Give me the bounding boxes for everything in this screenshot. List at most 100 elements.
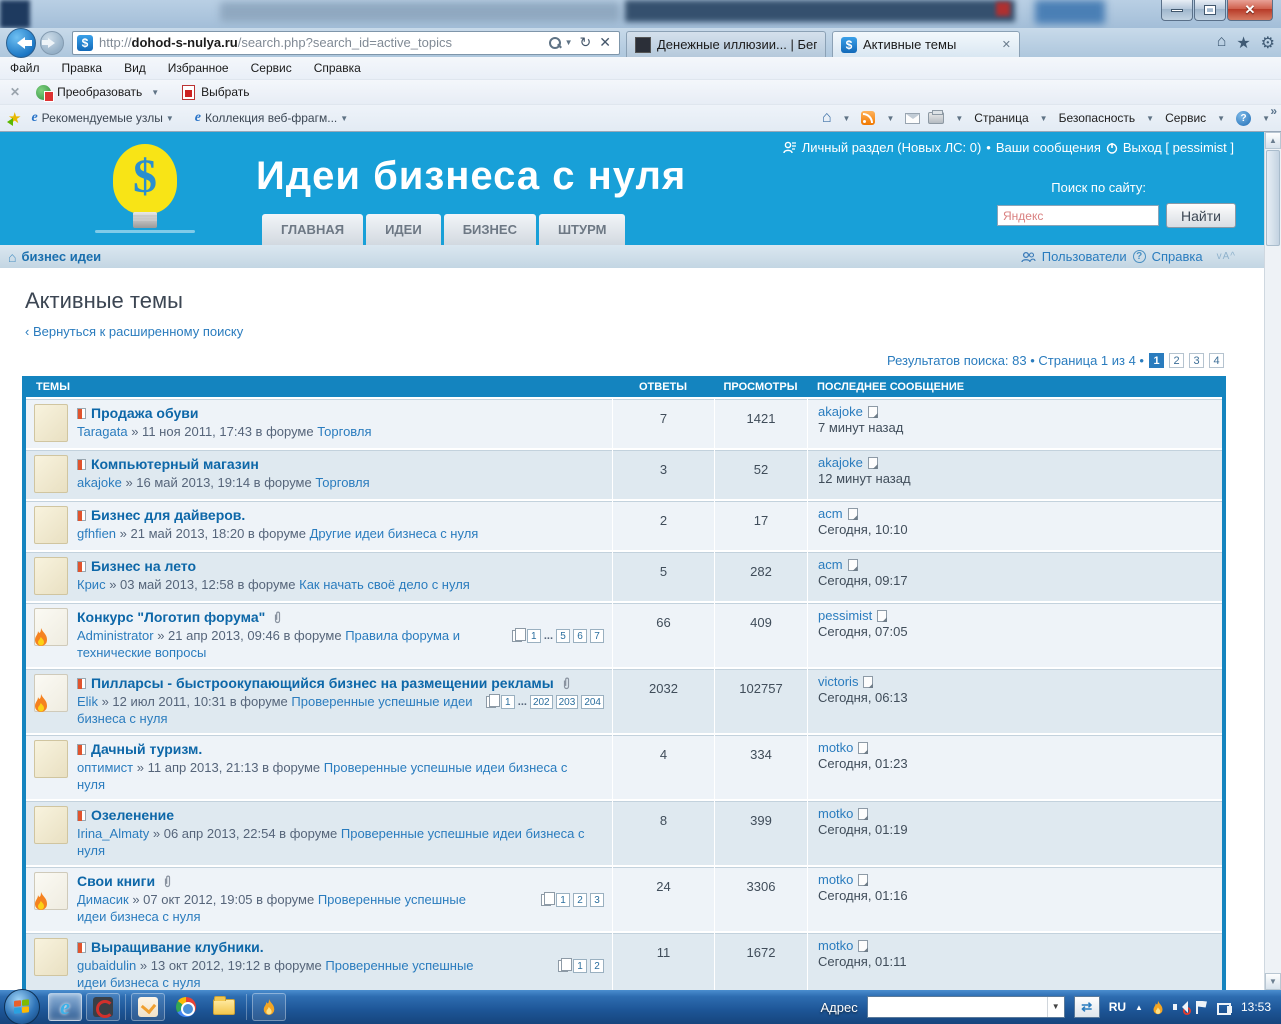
topic-page-link[interactable]: 7 bbox=[590, 629, 604, 643]
menu-file[interactable]: Файл bbox=[10, 61, 40, 75]
topic-page-link[interactable]: 2 bbox=[573, 893, 587, 907]
topic-author-link[interactable]: оптимист bbox=[77, 760, 133, 775]
goto-lastpost-icon[interactable] bbox=[858, 874, 868, 886]
font-size-widget[interactable]: vA^ bbox=[1217, 251, 1236, 262]
goto-lastpost-icon[interactable] bbox=[868, 457, 878, 469]
menu-favorites[interactable]: Избранное bbox=[168, 61, 229, 75]
lastpost-author-link[interactable]: acm bbox=[818, 557, 843, 572]
site-search-button[interactable]: Найти bbox=[1166, 203, 1236, 228]
scroll-down-button[interactable]: ▼ bbox=[1265, 973, 1281, 990]
stop-button[interactable]: ✕ bbox=[599, 34, 611, 51]
topic-page-link[interactable]: 2 bbox=[590, 959, 604, 973]
search-dropdown-icon[interactable]: ▼ bbox=[565, 38, 573, 47]
goto-lastpost-icon[interactable] bbox=[848, 508, 858, 520]
tray-expand-icon[interactable]: ▲ bbox=[1135, 1003, 1143, 1012]
forum-link[interactable]: Как начать своё дело с нуля bbox=[299, 577, 470, 592]
topic-page-link[interactable]: 6 bbox=[573, 629, 587, 643]
topic-page-link[interactable]: 204 bbox=[581, 695, 604, 709]
security-dropdown-icon[interactable]: ▼ bbox=[1146, 114, 1154, 123]
tab-close-icon[interactable]: ✕ bbox=[1002, 38, 1011, 51]
favorites-star-icon[interactable]: ★ bbox=[1236, 33, 1250, 53]
toolbar-overflow-icon[interactable]: » bbox=[1270, 104, 1277, 118]
topic-author-link[interactable]: Elik bbox=[77, 694, 98, 709]
address-toolbar-input[interactable]: ▼ bbox=[867, 996, 1065, 1018]
convert-dropdown-icon[interactable]: ▼ bbox=[151, 88, 159, 97]
scroll-up-button[interactable]: ▲ bbox=[1265, 132, 1281, 149]
lastpost-author-link[interactable]: motko bbox=[818, 806, 853, 821]
dropdown-icon[interactable]: ▼ bbox=[166, 114, 174, 123]
favorite-web-slices[interactable]: e Коллекция веб-фрагм... ▼ bbox=[195, 110, 351, 126]
vertical-scrollbar[interactable]: ▲ ▼ bbox=[1264, 132, 1281, 990]
taskbar-explorer-button[interactable] bbox=[207, 993, 241, 1021]
topic-page-link[interactable]: 3 bbox=[590, 893, 604, 907]
topic-author-link[interactable]: Irina_Almaty bbox=[77, 826, 149, 841]
maximize-button[interactable] bbox=[1194, 0, 1226, 21]
tab-active-topics[interactable]: $ Активные темы ✕ bbox=[832, 31, 1020, 57]
topic-title-link[interactable]: Конкурс "Логотип форума" bbox=[77, 609, 265, 626]
network-icon[interactable] bbox=[1217, 1001, 1232, 1013]
tab-other[interactable]: Денежные иллюзии... | Бегст... bbox=[626, 31, 826, 57]
your-messages-link[interactable]: Ваши сообщения bbox=[996, 140, 1101, 155]
forum-link[interactable]: Торговля bbox=[317, 424, 371, 439]
address-go-button[interactable]: ⇄ bbox=[1074, 996, 1100, 1018]
page-menu-button[interactable]: Страница bbox=[974, 111, 1028, 125]
tray-flame-icon[interactable] bbox=[1152, 1000, 1164, 1015]
topic-page-link[interactable]: 1 bbox=[556, 893, 570, 907]
taskbar-app-button[interactable] bbox=[252, 993, 286, 1021]
goto-lastpost-icon[interactable] bbox=[858, 742, 868, 754]
personal-section-link[interactable]: Личный раздел (Новых ЛС: 0) bbox=[802, 140, 982, 155]
topic-page-link[interactable]: 1 bbox=[501, 695, 515, 709]
taskbar-ie-button[interactable]: e bbox=[48, 993, 82, 1021]
home-dropdown-icon[interactable]: ▼ bbox=[843, 114, 851, 123]
search-icon[interactable] bbox=[548, 36, 562, 50]
settings-gear-icon[interactable]: ⚙ bbox=[1261, 33, 1275, 53]
mail-icon[interactable] bbox=[905, 113, 920, 124]
goto-lastpost-icon[interactable] bbox=[863, 676, 873, 688]
topic-page-link[interactable]: 203 bbox=[556, 695, 579, 709]
page-dropdown-icon[interactable]: ▼ bbox=[1040, 114, 1048, 123]
lastpost-author-link[interactable]: motko bbox=[818, 740, 853, 755]
address-dropdown-icon[interactable]: ▼ bbox=[1047, 997, 1064, 1017]
add-favorite-icon[interactable]: ★ bbox=[8, 109, 21, 127]
topic-author-link[interactable]: Taragata bbox=[77, 424, 128, 439]
language-indicator[interactable]: RU bbox=[1109, 1000, 1126, 1014]
topic-title-link[interactable]: Выращивание клубники. bbox=[91, 939, 264, 956]
home-icon[interactable]: ⌂ bbox=[8, 249, 16, 265]
nav-tab-home[interactable]: ГЛАВНАЯ bbox=[262, 214, 363, 245]
topic-title-link[interactable]: Продажа обуви bbox=[91, 405, 198, 422]
taskbar-chrome-button[interactable] bbox=[169, 993, 203, 1021]
dropdown-icon[interactable]: ▼ bbox=[340, 114, 348, 123]
select-button[interactable]: Выбрать bbox=[201, 85, 249, 99]
goto-lastpost-icon[interactable] bbox=[877, 610, 887, 622]
site-search-input[interactable] bbox=[997, 205, 1159, 226]
topic-title-link[interactable]: Бизнес на лето bbox=[91, 558, 196, 575]
lastpost-author-link[interactable]: akajoke bbox=[818, 404, 863, 419]
forum-link[interactable]: Торговля bbox=[315, 475, 369, 490]
close-button[interactable]: ✕ bbox=[1227, 0, 1273, 21]
page-number-current[interactable]: 1 bbox=[1149, 353, 1164, 368]
lastpost-author-link[interactable]: victoris bbox=[818, 674, 858, 689]
action-center-flag-icon[interactable] bbox=[1196, 1001, 1208, 1014]
topic-author-link[interactable]: gfhfien bbox=[77, 526, 116, 541]
forward-button[interactable] bbox=[40, 31, 64, 55]
help-link[interactable]: Справка bbox=[1152, 249, 1203, 264]
page-number[interactable]: 2 bbox=[1169, 353, 1184, 368]
topic-title-link[interactable]: Компьютерный магазин bbox=[91, 456, 259, 473]
site-logo[interactable]: $ bbox=[95, 142, 195, 240]
print-dropdown-icon[interactable]: ▼ bbox=[955, 114, 963, 123]
logout-link[interactable]: Выход [ pessimist ] bbox=[1123, 140, 1234, 155]
lastpost-author-link[interactable]: motko bbox=[818, 938, 853, 953]
rss-icon[interactable] bbox=[861, 111, 875, 125]
topic-title-link[interactable]: Бизнес для дайверов. bbox=[91, 507, 245, 524]
menu-edit[interactable]: Правка bbox=[62, 61, 103, 75]
page-number[interactable]: 4 bbox=[1209, 353, 1224, 368]
goto-lastpost-icon[interactable] bbox=[858, 808, 868, 820]
lastpost-author-link[interactable]: akajoke bbox=[818, 455, 863, 470]
lastpost-author-link[interactable]: motko bbox=[818, 872, 853, 887]
forum-link[interactable]: Другие идеи бизнеса с нуля bbox=[310, 526, 479, 541]
topic-page-link[interactable]: 1 bbox=[527, 629, 541, 643]
menu-tools[interactable]: Сервис bbox=[251, 61, 292, 75]
nav-tab-ideas[interactable]: ИДЕИ bbox=[366, 214, 441, 245]
lastpost-author-link[interactable]: acm bbox=[818, 506, 843, 521]
topic-page-link[interactable]: 5 bbox=[556, 629, 570, 643]
